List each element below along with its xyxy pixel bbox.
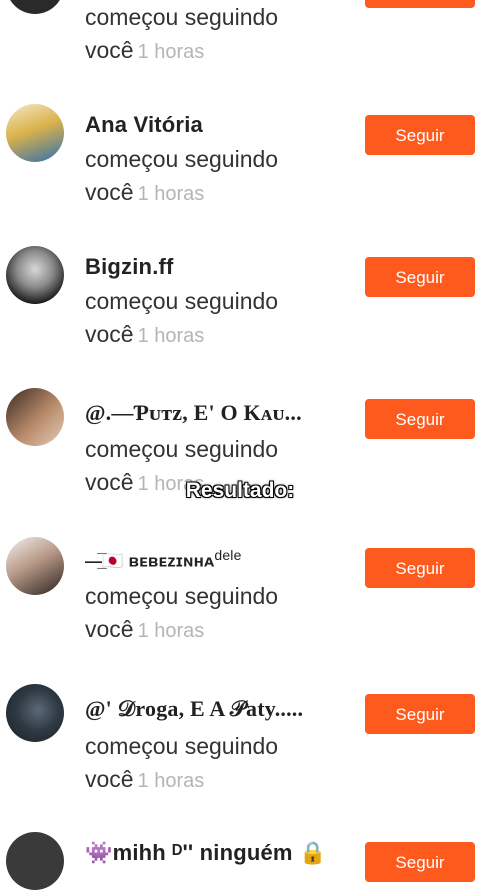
action-text: começou seguindo [85, 146, 279, 172]
follow-button[interactable]: Seguir [365, 694, 475, 734]
avatar[interactable] [6, 0, 64, 14]
follow-button[interactable]: Seguir [365, 548, 475, 588]
action-you: você [85, 766, 134, 792]
avatar[interactable] [6, 684, 64, 742]
username[interactable]: @.—Ƥᴜᴛᴢ, E' O Kᴀᴜ... [85, 400, 302, 426]
action-text: começou seguindo [85, 4, 279, 30]
timestamp: 1 horas [137, 770, 205, 792]
username-text: —̲̅🇯🇵 ʙᴇʙᴇᴢɪɴʜᴀ [85, 551, 215, 571]
action-you: você [85, 321, 134, 347]
follow-button[interactable]: Seguir [365, 257, 475, 297]
username[interactable]: @' 𝒟roga, E A 𝒫aty..... [85, 696, 303, 722]
timestamp: 1 horas [137, 41, 205, 63]
action-text: começou seguindo [85, 733, 279, 759]
follow-button[interactable]: Seguir [365, 115, 475, 155]
action-text-line2: você 1 horas [85, 179, 204, 206]
avatar[interactable] [6, 832, 64, 890]
action-you: você [85, 616, 134, 642]
username[interactable]: Ana Vitória [85, 112, 203, 138]
avatar[interactable] [6, 388, 64, 446]
avatar[interactable] [6, 246, 64, 304]
username[interactable]: —̲̅🇯🇵 ʙᴇʙᴇᴢɪɴʜᴀdele [85, 547, 242, 572]
action-text: começou seguindo [85, 288, 279, 314]
video-caption: Resultado: [185, 479, 295, 502]
follow-button[interactable]: Seguir [365, 399, 475, 439]
username[interactable]: 👾mihh ᴰ'' ninguém 🔒 [85, 840, 327, 866]
action-text-line2: você 1 horas [85, 321, 204, 348]
action-you: você [85, 37, 134, 63]
username[interactable]: Bigzin.ff [85, 254, 174, 280]
action-text-line2: você 1 horas [85, 766, 204, 793]
timestamp: 1 horas [137, 325, 205, 347]
action-text: começou seguindo [85, 583, 279, 609]
action-text: começou seguindo [85, 436, 279, 462]
follow-button[interactable]: Seguir [365, 0, 475, 8]
action-text-line2: você 1 horas [85, 37, 204, 64]
action-text-line2: você 1 horas [85, 616, 204, 643]
follow-button[interactable]: Seguir [365, 842, 475, 882]
timestamp: 1 horas [137, 183, 205, 205]
timestamp: 1 horas [137, 620, 205, 642]
username-sup: dele [214, 547, 242, 563]
action-you: você [85, 179, 134, 205]
avatar[interactable] [6, 537, 64, 595]
avatar[interactable] [6, 104, 64, 162]
